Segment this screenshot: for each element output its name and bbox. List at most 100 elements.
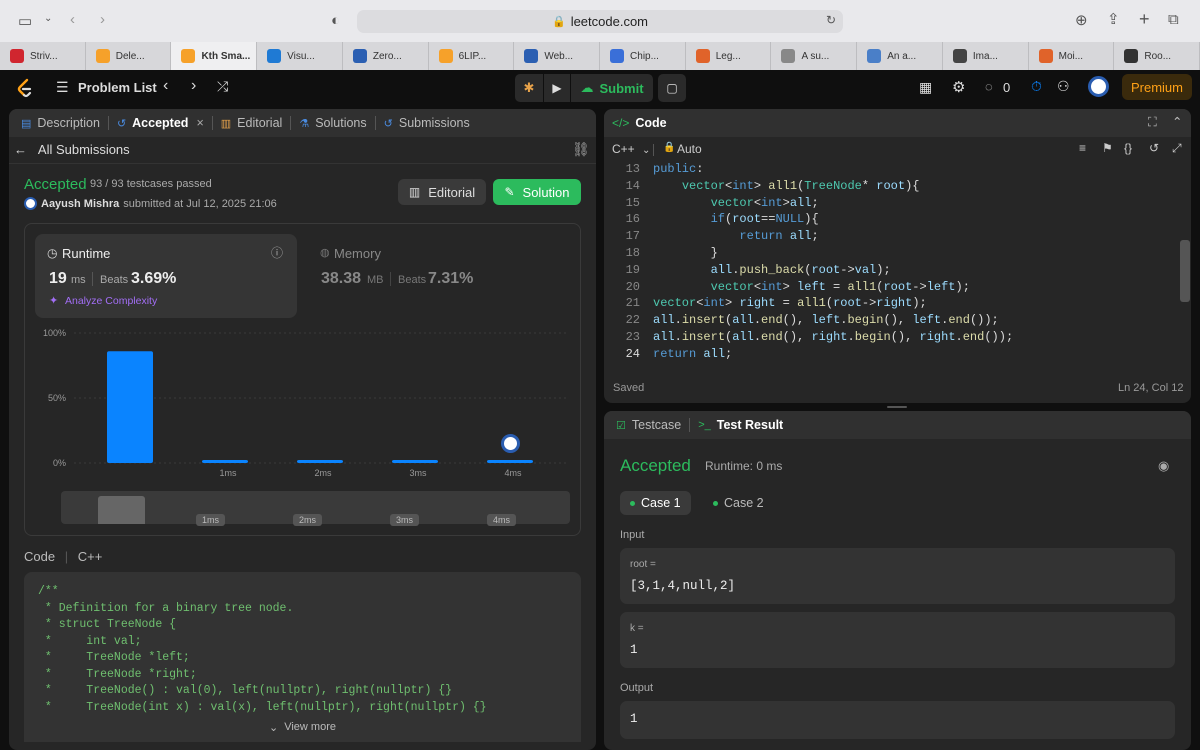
browser-tab[interactable]: Visu... <box>257 42 343 70</box>
chevron-down-icon[interactable]: ⌄ <box>44 13 52 24</box>
code-line[interactable]: all.push_back(root->val); <box>653 263 891 277</box>
range-selection-handle[interactable] <box>98 496 145 524</box>
tab-overview-icon[interactable]: ⧉ <box>1168 11 1179 28</box>
submit-button[interactable]: ☁ Submit <box>571 74 653 102</box>
runtime-distribution-chart[interactable]: 100% 50% 0% 1ms 2ms 3ms 4ms <box>24 323 581 483</box>
solution-button[interactable]: ✎ Solution <box>493 179 581 205</box>
runtime-bar[interactable] <box>202 460 248 463</box>
leetcode-logo-icon[interactable] <box>16 78 34 98</box>
code-line[interactable]: all.insert(all.end(), right.begin(), rig… <box>653 330 1013 344</box>
editor-scrollbar[interactable] <box>1180 240 1190 302</box>
resize-handle[interactable] <box>887 406 907 408</box>
submitter-name[interactable]: Aayush Mishra <box>41 198 119 210</box>
mode-label[interactable]: Auto <box>677 142 702 156</box>
avatar[interactable] <box>24 197 37 210</box>
browser-tab[interactable]: Kth Sma... <box>171 42 258 70</box>
tab-accepted[interactable]: ↺ Accepted × <box>109 109 212 137</box>
braces-icon[interactable]: {} <box>1124 141 1132 155</box>
memory-card[interactable]: ◍ Memory 38.38 MB Beats 7.31% <box>310 234 572 318</box>
debug-button[interactable]: ✱ <box>515 74 543 102</box>
code-line[interactable]: vector<int> right = all1(root->right); <box>653 296 927 310</box>
bookmark-icon[interactable]: ⚑ <box>1102 141 1113 155</box>
maximize-icon[interactable]: ⛶ <box>1148 115 1157 130</box>
editorial-button[interactable]: ▥ Editorial <box>398 179 486 205</box>
case-2-tab[interactable]: Case 2 <box>703 491 774 515</box>
reload-icon[interactable]: ↻ <box>826 13 836 27</box>
add-user-icon[interactable]: ⚇ <box>1057 78 1070 95</box>
minimize-icon[interactable]: ⌃ <box>1172 114 1182 129</box>
browser-tab[interactable]: Roo... <box>1114 42 1200 70</box>
browser-tab[interactable]: Striv... <box>0 42 86 70</box>
next-problem-icon[interactable]: › <box>191 77 196 95</box>
tab-editorial[interactable]: ▥ Editorial <box>213 109 291 137</box>
browser-tab[interactable]: 6LIP... <box>429 42 515 70</box>
code-line[interactable]: return all; <box>653 229 818 243</box>
runtime-card[interactable]: ◷ Runtime ⓘ 19 ms Beats 3.69% ✦ Analyze … <box>35 234 297 318</box>
code-line[interactable]: } <box>653 246 718 260</box>
new-tab-icon[interactable]: + <box>1139 9 1150 30</box>
info-icon[interactable]: ⓘ <box>271 244 283 261</box>
premium-button[interactable]: Premium <box>1122 74 1192 100</box>
runtime-marker-avatar[interactable] <box>501 434 520 453</box>
browser-tab[interactable]: Web... <box>514 42 601 70</box>
link-icon[interactable]: ⛓ <box>572 141 590 158</box>
all-submissions-link[interactable]: ← All Submissions <box>14 142 130 157</box>
reset-icon[interactable]: ↺ <box>1149 141 1159 155</box>
avatar[interactable] <box>1088 76 1109 97</box>
browser-tab[interactable]: Dele... <box>86 42 172 70</box>
browser-tab[interactable]: Ima... <box>943 42 1029 70</box>
code-line[interactable]: vector<int> all1(TreeNode* root){ <box>653 179 920 193</box>
code-line[interactable]: public: <box>653 162 703 176</box>
code-line[interactable]: all.insert(all.end(), left.begin(), left… <box>653 313 999 327</box>
language-select[interactable]: C++ ⌄ <box>612 142 650 156</box>
line-number: 20 <box>625 279 640 294</box>
problem-list-link[interactable]: Problem List <box>78 80 157 95</box>
layout-icon[interactable]: ▦ <box>919 79 932 96</box>
browser-tab[interactable]: An a... <box>857 42 943 70</box>
eye-icon[interactable]: ◉ <box>1158 458 1169 474</box>
analyze-complexity-link[interactable]: Analyze Complexity <box>65 295 157 307</box>
tab-testcase[interactable]: ☑ Testcase <box>608 411 689 439</box>
problem-list-icon[interactable]: ☰ <box>56 79 69 96</box>
code-line[interactable]: vector<int>all; <box>653 196 819 210</box>
timer-icon[interactable]: ⏱ <box>1031 78 1042 95</box>
tab-submissions[interactable]: ↺ Submissions <box>376 109 478 137</box>
browser-tab[interactable]: Zero... <box>343 42 429 70</box>
run-button[interactable]: ▶ <box>544 74 570 102</box>
runtime-bar[interactable] <box>392 460 438 463</box>
browser-tab[interactable]: Chip... <box>600 42 686 70</box>
runtime-bar[interactable] <box>297 460 343 463</box>
code-editor[interactable]: 13 public: 14 vector<int> all1(TreeNode* r… <box>604 160 1191 370</box>
favicon-icon <box>1124 49 1139 63</box>
address-bar[interactable]: 🔒 leetcode.com <box>357 10 843 33</box>
shield-icon[interactable]: ◐ <box>331 12 340 29</box>
case-1-tab[interactable]: Case 1 <box>620 491 691 515</box>
streak-icon[interactable]: ◌ <box>985 79 993 94</box>
browser-tab[interactable]: A su... <box>771 42 858 70</box>
notes-button[interactable]: ▢ <box>658 74 686 102</box>
download-icon[interactable]: ⊕ <box>1075 11 1088 29</box>
code-line[interactable]: return all; <box>653 347 732 361</box>
sidebar-toggle-icon[interactable]: ▭ <box>18 12 32 30</box>
format-icon[interactable]: ≡ <box>1079 141 1086 155</box>
back-icon[interactable]: ‹ <box>70 11 75 28</box>
browser-tab-label: A su... <box>801 50 830 62</box>
browser-tab[interactable]: Leg... <box>686 42 772 70</box>
code-line[interactable]: vector<int> left = all1(root->left); <box>653 280 970 294</box>
close-icon[interactable]: × <box>196 116 203 130</box>
shuffle-icon[interactable]: ⤮ <box>217 78 228 95</box>
forward-icon[interactable]: › <box>100 11 105 28</box>
tab-description[interactable]: ▤ Description <box>13 109 108 137</box>
view-more-button[interactable]: ⌄ View more <box>24 712 581 742</box>
fullscreen-icon[interactable]: ⤢ <box>1172 141 1182 156</box>
runtime-bar[interactable] <box>487 460 533 463</box>
browser-tab[interactable]: Moi... <box>1029 42 1115 70</box>
share-icon[interactable]: ⇪ <box>1107 10 1120 28</box>
runtime-bar[interactable] <box>107 351 153 463</box>
code-line[interactable]: if(root==NULL){ <box>653 212 819 226</box>
tab-solutions[interactable]: ⚗ Solutions <box>291 109 374 137</box>
test-result-runtime: Runtime: 0 ms <box>705 459 783 473</box>
prev-problem-icon[interactable]: ‹ <box>163 77 168 95</box>
tab-test-result[interactable]: >_ Test Result <box>690 411 791 439</box>
gear-icon[interactable]: ⚙ <box>952 78 965 96</box>
